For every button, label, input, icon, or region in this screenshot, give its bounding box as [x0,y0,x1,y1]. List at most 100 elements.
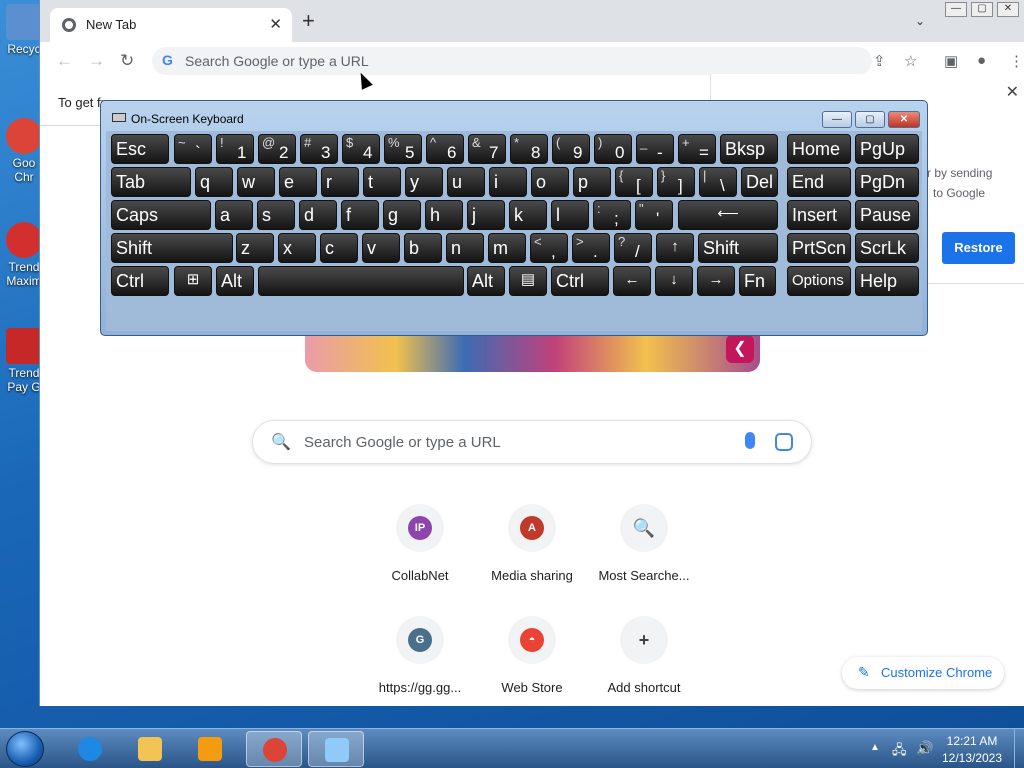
key-pgdn[interactable]: PgDn [855,167,919,197]
key-3[interactable]: #3 [300,134,338,164]
osk-title-bar[interactable]: On-Screen Keyboard — ▢ ✕ [101,101,927,131]
start-button[interactable] [6,731,44,767]
key-s[interactable]: s [257,200,295,230]
key-shift[interactable]: Shift [698,233,778,263]
key-ctrl[interactable]: Ctrl [111,266,169,296]
key-c[interactable]: c [320,233,358,263]
show-hidden-icons-icon[interactable]: ▲ [870,742,880,753]
key-caps[interactable]: Caps [111,200,211,230]
shortcut-tile[interactable]: IP CollabNet [364,504,476,583]
new-tab-button[interactable]: + [302,10,315,32]
tab-search-dropdown-icon[interactable]: ⌄ [915,14,925,28]
key-ctrl[interactable]: Ctrl [551,266,609,296]
google-lens-icon[interactable] [775,433,793,451]
key-5[interactable]: % 5 [384,134,422,164]
key-1[interactable]: ! 1 [216,134,254,164]
key-4[interactable]: $4 [342,134,380,164]
key-symbol[interactable]: }] [657,167,695,197]
key-v[interactable]: v [362,233,400,263]
key-help[interactable]: Help [855,266,919,296]
taskbar-button[interactable] [122,731,178,767]
key-symbol[interactable]: ← [613,266,651,296]
key-n[interactable]: n [446,233,484,263]
osk-close-button[interactable]: ✕ [888,111,920,128]
key-y[interactable]: y [405,167,443,197]
key-0[interactable]: ) 0 [594,134,632,164]
key-l[interactable]: l [551,200,589,230]
minimize-button[interactable]: — [945,2,967,17]
key-b[interactable]: b [404,233,442,263]
key-m[interactable]: m [488,233,526,263]
key-h[interactable]: h [425,200,463,230]
key-2[interactable]: @2 [258,134,296,164]
forward-button[interactable]: → [88,51,105,71]
network-icon[interactable]: 🖧 [892,741,907,763]
tab-new-tab[interactable]: New Tab ✕ [50,8,292,42]
key-pgup[interactable]: PgUp [855,134,919,164]
key-symbol[interactable]: | \ [699,167,737,197]
taskbar-button[interactable] [62,731,118,767]
taskbar-button[interactable] [308,731,364,767]
key-tab[interactable]: Tab [111,167,191,197]
restore-button[interactable]: Restore [942,232,1015,264]
key-symbol[interactable]: ? / [614,233,652,263]
key-alt[interactable]: Alt [467,266,505,296]
shortcut-tile[interactable]: A Media sharing [476,504,588,583]
key-k[interactable]: k [509,200,547,230]
key-w[interactable]: w [237,167,275,197]
key-symbol[interactable]: ↓ [655,266,693,296]
key-x[interactable]: x [278,233,316,263]
key-symbol[interactable]: >. [572,233,610,263]
key-symbol[interactable]: {[ [615,167,653,197]
shortcut-tile[interactable]: Ghttps://gg.gg... [364,616,476,695]
key-z[interactable]: z [236,233,274,263]
share-icon[interactable]: ⇪ [873,52,886,70]
key-j[interactable]: j [467,200,505,230]
key-alt[interactable]: Alt [216,266,254,296]
side-panel-icon[interactable]: ▣ [944,52,958,70]
key-i[interactable]: i [489,167,527,197]
osk-maximize-button[interactable]: ▢ [855,111,885,128]
key-pause[interactable]: Pause [855,200,919,230]
key-f[interactable]: f [341,200,379,230]
key-t[interactable]: t [363,167,401,197]
key-e[interactable]: e [279,167,317,197]
key-d[interactable]: d [299,200,337,230]
key-symbol[interactable]: ▤ [509,266,547,296]
key-symbol[interactable]: ~ ` [174,134,212,164]
key-6[interactable]: ^ 6 [426,134,464,164]
key-r[interactable]: r [321,167,359,197]
key-symbol[interactable]: ⊞ [174,266,212,296]
taskbar-button[interactable] [182,731,238,767]
key-options[interactable]: Options [787,266,851,296]
key-fn[interactable]: Fn [739,266,776,296]
key-shift[interactable]: Shift [111,233,233,263]
key-o[interactable]: o [531,167,569,197]
key-symbol[interactable]: + = [678,134,716,164]
bookmark-star-icon[interactable]: ☆ [904,52,917,70]
key-scrlk[interactable]: ScrLk [855,233,919,263]
key-symbol[interactable]: <, [530,233,568,263]
clock-date[interactable]: 12/13/2023 [932,751,1012,765]
key-p[interactable]: p [573,167,611,197]
close-icon[interactable]: ✕ [1006,82,1019,102]
key-esc[interactable]: Esc [111,134,169,164]
doodle-share-icon[interactable]: ❮ [726,335,754,363]
shortcut-tile[interactable]: 🔍 Most Searche... [588,504,700,583]
menu-icon[interactable]: ⋮ [1009,52,1024,70]
taskbar-button[interactable] [246,731,302,767]
key-bksp[interactable]: Bksp [720,134,778,164]
key-u[interactable]: u [447,167,485,197]
key-symbol[interactable]: :; [593,200,631,230]
voice-search-icon[interactable] [745,432,755,449]
key-9[interactable]: (9 [552,134,590,164]
key-home[interactable]: Home [787,134,851,164]
key-a[interactable]: a [215,200,253,230]
show-desktop-button[interactable] [1014,729,1024,768]
tab-close-icon[interactable]: ✕ [269,15,282,33]
shortcut-tile[interactable]: ◓ Web Store [476,616,588,695]
volume-icon[interactable]: 🔊 [916,740,933,757]
omnibox[interactable]: G Search Google or type a URL [152,47,872,75]
shortcut-tile[interactable]: + Add shortcut [588,616,700,695]
key-prtscn[interactable]: PrtScn [787,233,851,263]
